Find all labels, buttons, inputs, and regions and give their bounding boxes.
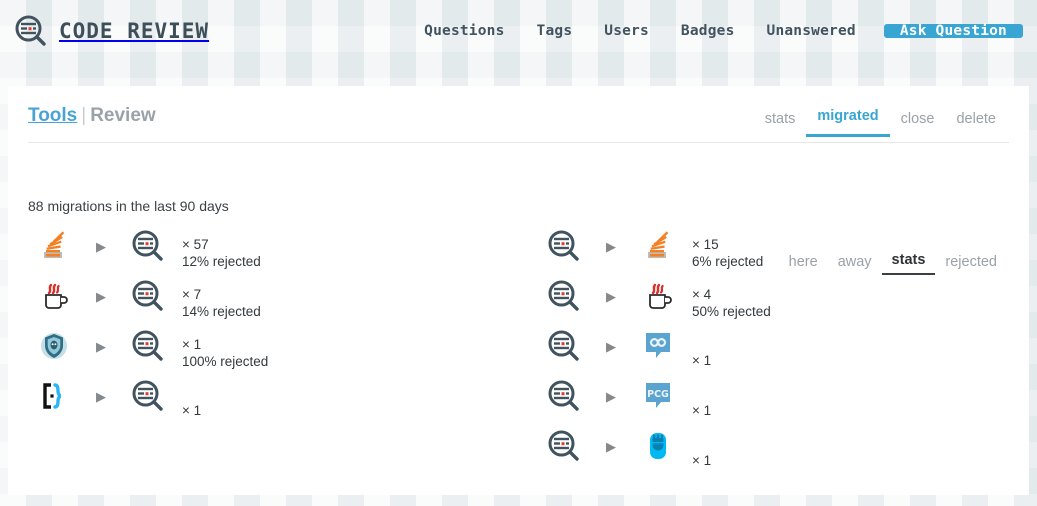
migration-rejected: 50% rejected bbox=[692, 304, 771, 319]
nav-item-unanswered[interactable]: Unanswered bbox=[751, 23, 872, 39]
code-review-icon[interactable] bbox=[540, 379, 588, 413]
migration-count: × 1 bbox=[692, 452, 712, 468]
migration-rejected: 6% rejected bbox=[692, 254, 764, 269]
stack-overflow-icon[interactable] bbox=[634, 230, 682, 262]
tab-delete[interactable]: delete bbox=[945, 111, 1007, 137]
migration-count: × 1 bbox=[182, 402, 202, 418]
migration-stats: × 7 14% rejected bbox=[182, 286, 261, 320]
site-header: CODE REVIEW Questions Tags Users Badges … bbox=[0, 0, 1037, 62]
migration-summary: 88 migrations in the last 90 days bbox=[28, 198, 229, 214]
migration-stats: × 4 50% rejected bbox=[692, 286, 771, 320]
code-review-icon[interactable] bbox=[124, 279, 172, 313]
migration-stats: × 1 bbox=[692, 402, 711, 419]
migration-count: × 1 bbox=[182, 337, 202, 352]
information-security-shield-icon[interactable] bbox=[30, 330, 78, 362]
migration-stats: × 15 6% rejected bbox=[692, 236, 763, 270]
arrow-icon: ▶ bbox=[606, 438, 616, 454]
migration-count: × 7 bbox=[182, 287, 202, 302]
migration-stats: × 1 bbox=[692, 352, 711, 369]
migration-row: ▶ × 1 bbox=[540, 321, 1028, 371]
arrow-icon: ▶ bbox=[96, 288, 106, 304]
panel-header: Tools | Review stats migrated close delete bbox=[8, 86, 1029, 144]
arrow-icon: ▶ bbox=[606, 338, 616, 354]
header-divider bbox=[28, 142, 1009, 143]
robot-avatar-icon[interactable] bbox=[634, 430, 682, 462]
tab-migrated[interactable]: migrated bbox=[806, 108, 890, 137]
migration-rejected: 12% rejected bbox=[182, 254, 261, 269]
migration-stats: × 1 100% rejected bbox=[182, 336, 268, 370]
site-logo-link[interactable]: CODE REVIEW bbox=[8, 14, 209, 48]
migration-rejected: 14% rejected bbox=[182, 304, 261, 319]
java-coffee-cup-icon[interactable] bbox=[634, 280, 682, 312]
migration-count: × 1 bbox=[692, 352, 712, 368]
svg-text:PCG: PCG bbox=[647, 389, 669, 400]
nav-item-badges[interactable]: Badges bbox=[665, 23, 751, 39]
breadcrumb: Tools | Review bbox=[28, 105, 156, 127]
arrow-icon: ▶ bbox=[606, 388, 616, 404]
arrow-icon: ▶ bbox=[606, 238, 616, 254]
nav-item-tags[interactable]: Tags bbox=[521, 23, 589, 39]
nav-item-users[interactable]: Users bbox=[588, 23, 665, 39]
breadcrumb-current: Review bbox=[90, 105, 156, 126]
review-tabs: stats migrated close delete bbox=[754, 108, 1007, 137]
tab-stats[interactable]: stats bbox=[754, 111, 807, 137]
arrow-icon: ▶ bbox=[96, 388, 106, 404]
migration-stats: × 57 12% rejected bbox=[182, 236, 261, 270]
code-review-icon[interactable] bbox=[124, 329, 172, 363]
code-review-icon[interactable] bbox=[124, 229, 172, 263]
mathematics-infinity-icon[interactable] bbox=[634, 330, 682, 362]
migration-stats: × 1 bbox=[692, 452, 711, 469]
migration-row: ▶ × 4 50% rejected bbox=[540, 271, 1028, 321]
migration-stats: × 1 bbox=[182, 402, 201, 419]
code-review-icon[interactable] bbox=[540, 429, 588, 463]
arrow-icon: ▶ bbox=[96, 338, 106, 354]
migration-count: × 57 bbox=[182, 237, 209, 252]
migration-count: × 4 bbox=[692, 287, 712, 302]
migrations-in-column: ▶ × 57 12% rejected ▶ × 7 14% rejected ▶… bbox=[8, 221, 518, 471]
top-navigation: Questions Tags Users Badges Unanswered A… bbox=[408, 0, 1023, 62]
stack-overflow-icon[interactable] bbox=[30, 230, 78, 262]
tab-close[interactable]: close bbox=[890, 111, 946, 137]
migration-count: × 15 bbox=[692, 237, 719, 252]
migration-row: ▶ × 15 6% rejected bbox=[540, 221, 1028, 271]
code-review-icon[interactable] bbox=[124, 379, 172, 413]
migration-rejected: 100% rejected bbox=[182, 354, 269, 369]
site-title: CODE REVIEW bbox=[59, 19, 210, 43]
java-coffee-cup-icon[interactable] bbox=[30, 280, 78, 312]
ask-question-button[interactable]: Ask Question bbox=[883, 24, 1023, 39]
migration-row: ▶ × 1 bbox=[30, 371, 518, 421]
migration-row: ▶ × 1 bbox=[540, 421, 1028, 471]
migration-grid: ▶ × 57 12% rejected ▶ × 7 14% rejected ▶… bbox=[8, 221, 1029, 471]
migration-row: ▶ × 57 12% rejected bbox=[30, 221, 518, 271]
migration-row: ▶ × 7 14% rejected bbox=[30, 271, 518, 321]
migration-count: × 1 bbox=[692, 402, 712, 418]
migration-row: ▶ × 1 100% rejected bbox=[30, 321, 518, 371]
code-review-icon[interactable] bbox=[540, 329, 588, 363]
code-review-icon[interactable] bbox=[540, 279, 588, 313]
pcg-puzzling-icon[interactable]: PCG bbox=[634, 380, 682, 412]
code-review-icon[interactable] bbox=[540, 229, 588, 263]
nav-item-questions[interactable]: Questions bbox=[408, 23, 520, 39]
breadcrumb-separator: | bbox=[81, 105, 87, 126]
code-golf-brackets-icon[interactable] bbox=[30, 380, 78, 412]
content-panel: Tools | Review stats migrated close delete… bbox=[8, 86, 1029, 495]
code-review-logo-icon bbox=[14, 14, 48, 48]
arrow-icon: ▶ bbox=[606, 288, 616, 304]
breadcrumb-tools-link[interactable]: Tools bbox=[28, 105, 77, 126]
migration-row: ▶ PCG × 1 bbox=[540, 371, 1028, 421]
arrow-icon: ▶ bbox=[96, 238, 106, 254]
migrations-out-column: ▶ × 15 6% rejected ▶ × 4 50% rejected ▶ … bbox=[518, 221, 1028, 471]
